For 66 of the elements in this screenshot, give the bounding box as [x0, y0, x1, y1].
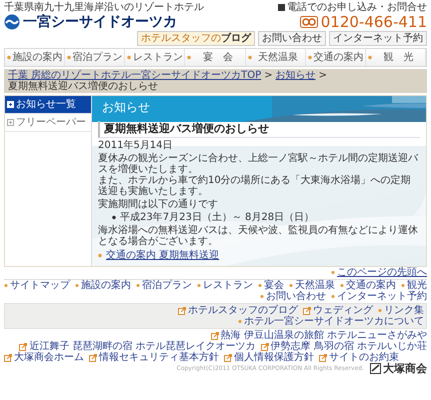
breadcrumb-current: 夏期無料送迎バス増便のおしらせ	[8, 81, 158, 92]
sidebar-item[interactable]: お知らせ一覧	[5, 96, 91, 114]
new-window-icon	[303, 306, 311, 314]
footer-nav-link[interactable]: サイトマップ	[4, 280, 70, 291]
contact-button[interactable]: お問い合わせ	[258, 31, 326, 46]
footer-nav-link[interactable]: 宴会	[258, 280, 284, 291]
page-top-link[interactable]: このページの先頭へ	[331, 267, 427, 278]
footer-link[interactable]: ホテル一宮シーサイドオーツカについて	[238, 316, 424, 327]
new-window-icon	[224, 354, 232, 362]
footer-nav-link[interactable]: レストラン	[197, 280, 253, 291]
plus-icon	[7, 101, 14, 108]
body-text: 夏休みの観光シーズンに合わせ、上総一ノ宮駅～ホテル間の定期送迎バスを増便いたします。	[98, 153, 420, 175]
nav-tab[interactable]: 施設の案内	[5, 49, 66, 66]
article-title: 夏期無料送迎バス増便のおしらせ	[98, 121, 420, 138]
footer-nav-link[interactable]: お問い合わせ	[260, 291, 326, 302]
new-window-icon	[4, 354, 12, 362]
new-window-icon	[260, 342, 269, 350]
square-logo-icon	[370, 363, 381, 374]
nav-tab[interactable]: レストラン	[125, 49, 186, 66]
related-link[interactable]: 交通の案内 夏期無料送迎	[98, 250, 220, 261]
phone-number: 0120-466-411	[320, 14, 427, 30]
breadcrumb-link[interactable]: お知らせ	[276, 70, 316, 81]
article-date: 2011年5月14日	[98, 140, 174, 151]
footer-nav-link[interactable]: インターネット予約	[331, 291, 427, 302]
new-window-icon	[19, 342, 28, 350]
hotel-link[interactable]: 伊勢志摩 鳥羽の宿 ホテルいじか荘	[260, 341, 427, 352]
breadcrumb-separator: >	[318, 70, 327, 81]
corporate-link[interactable]: 大塚商会ホーム	[4, 352, 84, 363]
new-window-icon	[89, 354, 97, 362]
footer-link[interactable]: ホテルスタッフのブログ	[178, 305, 298, 316]
plus-icon	[7, 119, 14, 126]
footer-link[interactable]: ウェディング	[303, 305, 373, 316]
footer-nav-link[interactable]: 宿泊プラン	[136, 280, 192, 291]
notice-text: 海水浴場への無料送迎バスは、天候や波、監視員の有無などにより運休となる場合がございます。	[98, 225, 419, 247]
footer-nav-link[interactable]: 観光	[401, 280, 427, 291]
footer-link[interactable]: リンク集	[378, 305, 424, 316]
footer-nav-link[interactable]: 交通の案内	[340, 280, 396, 291]
hotel-link[interactable]: 熱海 伊豆山温泉の旅館 ホテルニューさがみや	[210, 330, 427, 341]
corporate-link[interactable]: 情報セキュリティ基本方針	[89, 352, 219, 363]
body-text: 実施期間は以下の通りです	[98, 199, 219, 210]
new-window-icon	[210, 332, 219, 340]
body-text: また、ホテルから車で約10分の場所にある「大東海水浴場」への定期送迎も実施いたします。	[98, 175, 412, 197]
tagline: 千葉県南九十九里海岸沿いのリゾートホテル	[4, 2, 204, 13]
blog-button[interactable]: ホテルスタッフのブログ	[137, 31, 255, 46]
square-icon	[278, 4, 285, 11]
corporate-link[interactable]: サイトのお約束	[319, 352, 399, 363]
nav-tab[interactable]: 宿泊プラン	[65, 49, 126, 66]
nav-tab[interactable]: 観 光	[366, 49, 426, 66]
hotel-logo: 一宮シーサイドオーツカ	[23, 14, 177, 30]
wave-emblem-icon	[4, 14, 20, 30]
new-window-icon	[319, 354, 327, 362]
reservation-button[interactable]: インターネット予約	[329, 31, 427, 46]
corporate-link[interactable]: 個人情報保護方針	[224, 352, 314, 363]
hotel-link[interactable]: 近江舞子 琵琶湖畔の宿 ホテル琵琶レイクオーツカ	[19, 341, 256, 352]
footer-nav-link[interactable]: 施設の案内	[75, 280, 131, 291]
nav-tab[interactable]: 宴 会	[185, 49, 246, 66]
company-logo: 大塚商会	[370, 363, 427, 374]
new-window-icon	[178, 306, 186, 314]
breadcrumb-separator: >	[264, 70, 273, 81]
nav-tab[interactable]: 天然温泉	[246, 49, 306, 66]
page-heading: お知らせ	[102, 102, 150, 112]
footer-nav-link[interactable]: 天然温泉	[289, 280, 335, 291]
breadcrumb-link[interactable]: 千葉 房総のリゾートホテル一宮シーサイドオーツカTOP	[8, 70, 262, 81]
phone-label: 電話でのお申し込み・お問合せ	[287, 2, 427, 13]
free-dial-icon	[300, 16, 318, 28]
nav-tab[interactable]: 交通の案内	[306, 49, 366, 66]
